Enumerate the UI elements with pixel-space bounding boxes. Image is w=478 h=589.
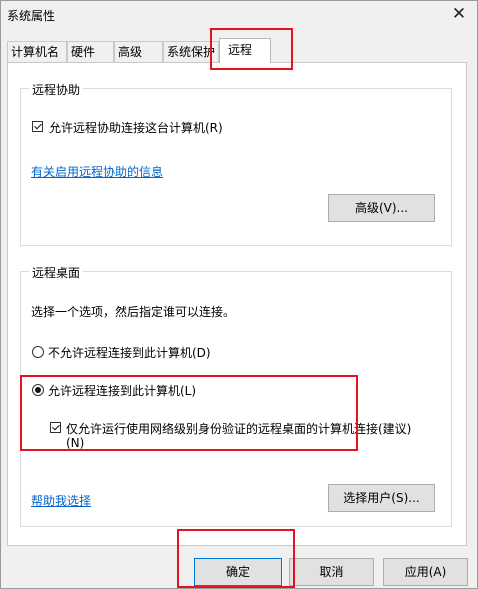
help-me-choose-link[interactable]: 帮助我选择: [31, 492, 91, 509]
ok-button[interactable]: 确定: [194, 558, 282, 586]
tab-advanced[interactable]: 高级: [114, 41, 163, 62]
remote-desktop-title: 远程桌面: [29, 264, 84, 281]
tab-system-protection[interactable]: 系统保护: [163, 41, 219, 62]
system-properties-window: 系统属性 ✕ 计算机名 硬件 高级 系统保护 远程 远程协助 允许远程协助连接这…: [0, 0, 478, 589]
nla-label-line1[interactable]: 仅允许运行使用网络级别身份验证的远程桌面的计算机连接(建议): [66, 420, 411, 437]
cancel-button[interactable]: 取消: [289, 558, 374, 586]
remote-assistance-title: 远程协助: [29, 81, 84, 98]
window-title: 系统属性: [7, 9, 56, 23]
allow-remote-assistance-checkbox[interactable]: [32, 121, 43, 132]
allow-remote-assistance-label[interactable]: 允许远程协助连接这台计算机(R): [49, 119, 223, 136]
remote-desktop-instruction: 选择一个选项，然后指定谁可以连接。: [31, 305, 236, 319]
nla-label-line2[interactable]: (N): [66, 436, 84, 450]
deny-remote-label[interactable]: 不允许远程连接到此计算机(D): [48, 344, 211, 361]
remote-tab-panel: 远程协助 允许远程协助连接这台计算机(R) 有关启用远程协助的信息 高级(V).…: [7, 62, 467, 546]
allow-remote-label[interactable]: 允许远程连接到此计算机(L): [48, 382, 196, 399]
nla-checkbox[interactable]: [50, 422, 61, 433]
select-users-button[interactable]: 选择用户(S)...: [328, 484, 435, 512]
close-icon[interactable]: ✕: [447, 3, 471, 25]
apply-button[interactable]: 应用(A): [383, 558, 468, 586]
deny-remote-radio[interactable]: [32, 346, 44, 358]
allow-remote-radio[interactable]: [32, 384, 44, 396]
advanced-button[interactable]: 高级(V)...: [328, 194, 435, 222]
tab-hardware[interactable]: 硬件: [67, 41, 114, 62]
tab-computer-name[interactable]: 计算机名: [7, 41, 67, 62]
remote-assistance-info-link[interactable]: 有关启用远程协助的信息: [31, 163, 163, 180]
tab-remote[interactable]: 远程: [219, 38, 271, 63]
